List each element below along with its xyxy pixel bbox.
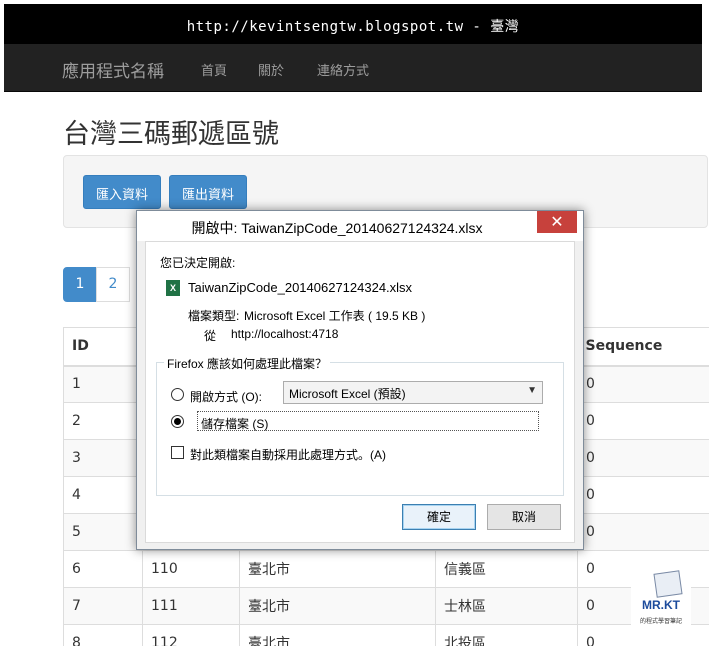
table-cell: 111: [142, 587, 240, 625]
table-cell: 0: [577, 513, 709, 551]
table-cell: 8: [63, 624, 143, 646]
table-cell: 士林區: [435, 587, 578, 625]
close-icon[interactable]: ✕: [537, 211, 577, 233]
table-cell: 0: [577, 439, 709, 477]
dialog-title: 開啟中: TaiwanZipCode_20140627124324.xlsx: [191, 220, 483, 236]
table-cell: 7: [63, 587, 143, 625]
open-with-label[interactable]: 開啟方式 (O):: [190, 388, 262, 405]
page-title: 台灣三碼郵遞區號: [63, 119, 279, 150]
mrkt-logo: MR.KT 的程式學習筆記: [631, 568, 691, 634]
open-with-select[interactable]: Microsoft Excel (預設) ▼: [283, 381, 543, 404]
cancel-button[interactable]: 取消: [487, 504, 561, 530]
import-button[interactable]: 匯入資料: [83, 175, 162, 209]
navbar-brand[interactable]: 應用程式名稱: [62, 57, 164, 82]
table-cell: 5: [63, 513, 143, 551]
table-cell: 0: [577, 476, 709, 514]
table-row: 6 110 臺北市 信義區 0: [63, 550, 709, 588]
logo-name: MR.KT: [642, 598, 680, 612]
col-header-sequence: Sequence: [577, 327, 709, 367]
table-row: 7 111 臺北市 士林區 0: [63, 587, 709, 625]
open-with-radio[interactable]: [171, 388, 184, 401]
table-cell: 北投區: [435, 624, 578, 646]
table-cell: 信義區: [435, 550, 578, 588]
filename: TaiwanZipCode_20140627124324.xlsx: [188, 280, 413, 295]
nav-link-home[interactable]: 首頁: [201, 60, 227, 79]
page-2[interactable]: 2: [96, 267, 130, 302]
table-cell: 0: [577, 365, 709, 403]
nav-link-about[interactable]: 關於: [258, 60, 284, 79]
save-file-label[interactable]: 儲存檔案 (S): [201, 415, 268, 432]
dialog-titlebar[interactable]: 開啟中: TaiwanZipCode_20140627124324.xlsx ✕: [137, 211, 583, 241]
logo-tagline: 的程式學習筆記: [639, 618, 682, 625]
table-cell: 臺北市: [239, 624, 436, 646]
table-cell: 112: [142, 624, 240, 646]
auto-handle-checkbox[interactable]: [171, 446, 184, 459]
table-cell: 3: [63, 439, 143, 477]
nav-link-contact[interactable]: 連絡方式: [317, 60, 369, 79]
dialog-body: 您已決定開啟: X TaiwanZipCode_20140627124324.x…: [145, 241, 575, 543]
open-with-value: Microsoft Excel (預設): [289, 387, 406, 401]
file-type-label: 檔案類型:: [188, 309, 240, 323]
decided-label: 您已決定開啟:: [160, 256, 236, 270]
table-cell: 110: [142, 550, 240, 588]
document-icon: [653, 570, 683, 598]
from-label: 從: [204, 329, 217, 343]
from-value: http://localhost:4718: [231, 327, 339, 341]
page-1[interactable]: 1: [63, 267, 97, 302]
ok-button[interactable]: 確定: [402, 504, 476, 530]
open-file-dialog: 開啟中: TaiwanZipCode_20140627124324.xlsx ✕…: [136, 210, 584, 550]
banner-text: http://kevintsengtw.blogspot.tw - 臺灣: [186, 19, 520, 35]
export-button[interactable]: 匯出資料: [169, 175, 248, 209]
table-cell: 4: [63, 476, 143, 514]
table-cell: 6: [63, 550, 143, 588]
pagination: 1 2: [63, 267, 130, 302]
table-cell: 0: [577, 402, 709, 440]
table-cell: 臺北市: [239, 587, 436, 625]
col-header-id: ID: [63, 327, 143, 367]
excel-file-icon: X: [166, 280, 180, 296]
blog-url-banner: http://kevintsengtw.blogspot.tw - 臺灣: [4, 4, 702, 44]
handling-question: Firefox 應該如何處理此檔案？: [164, 355, 331, 372]
navbar: 應用程式名稱 首頁 關於 連絡方式: [4, 44, 702, 92]
table-cell: 2: [63, 402, 143, 440]
file-type-value: Microsoft Excel 工作表 ( 19.5 KB ): [244, 309, 426, 323]
auto-handle-label[interactable]: 對此類檔案自動採用此處理方式。(A): [190, 446, 386, 463]
table-row: 8 112 臺北市 北投區 0: [63, 624, 709, 646]
save-file-radio[interactable]: [171, 415, 184, 428]
table-cell: 臺北市: [239, 550, 436, 588]
table-cell: 1: [63, 365, 143, 403]
chevron-down-icon: ▼: [527, 385, 537, 396]
